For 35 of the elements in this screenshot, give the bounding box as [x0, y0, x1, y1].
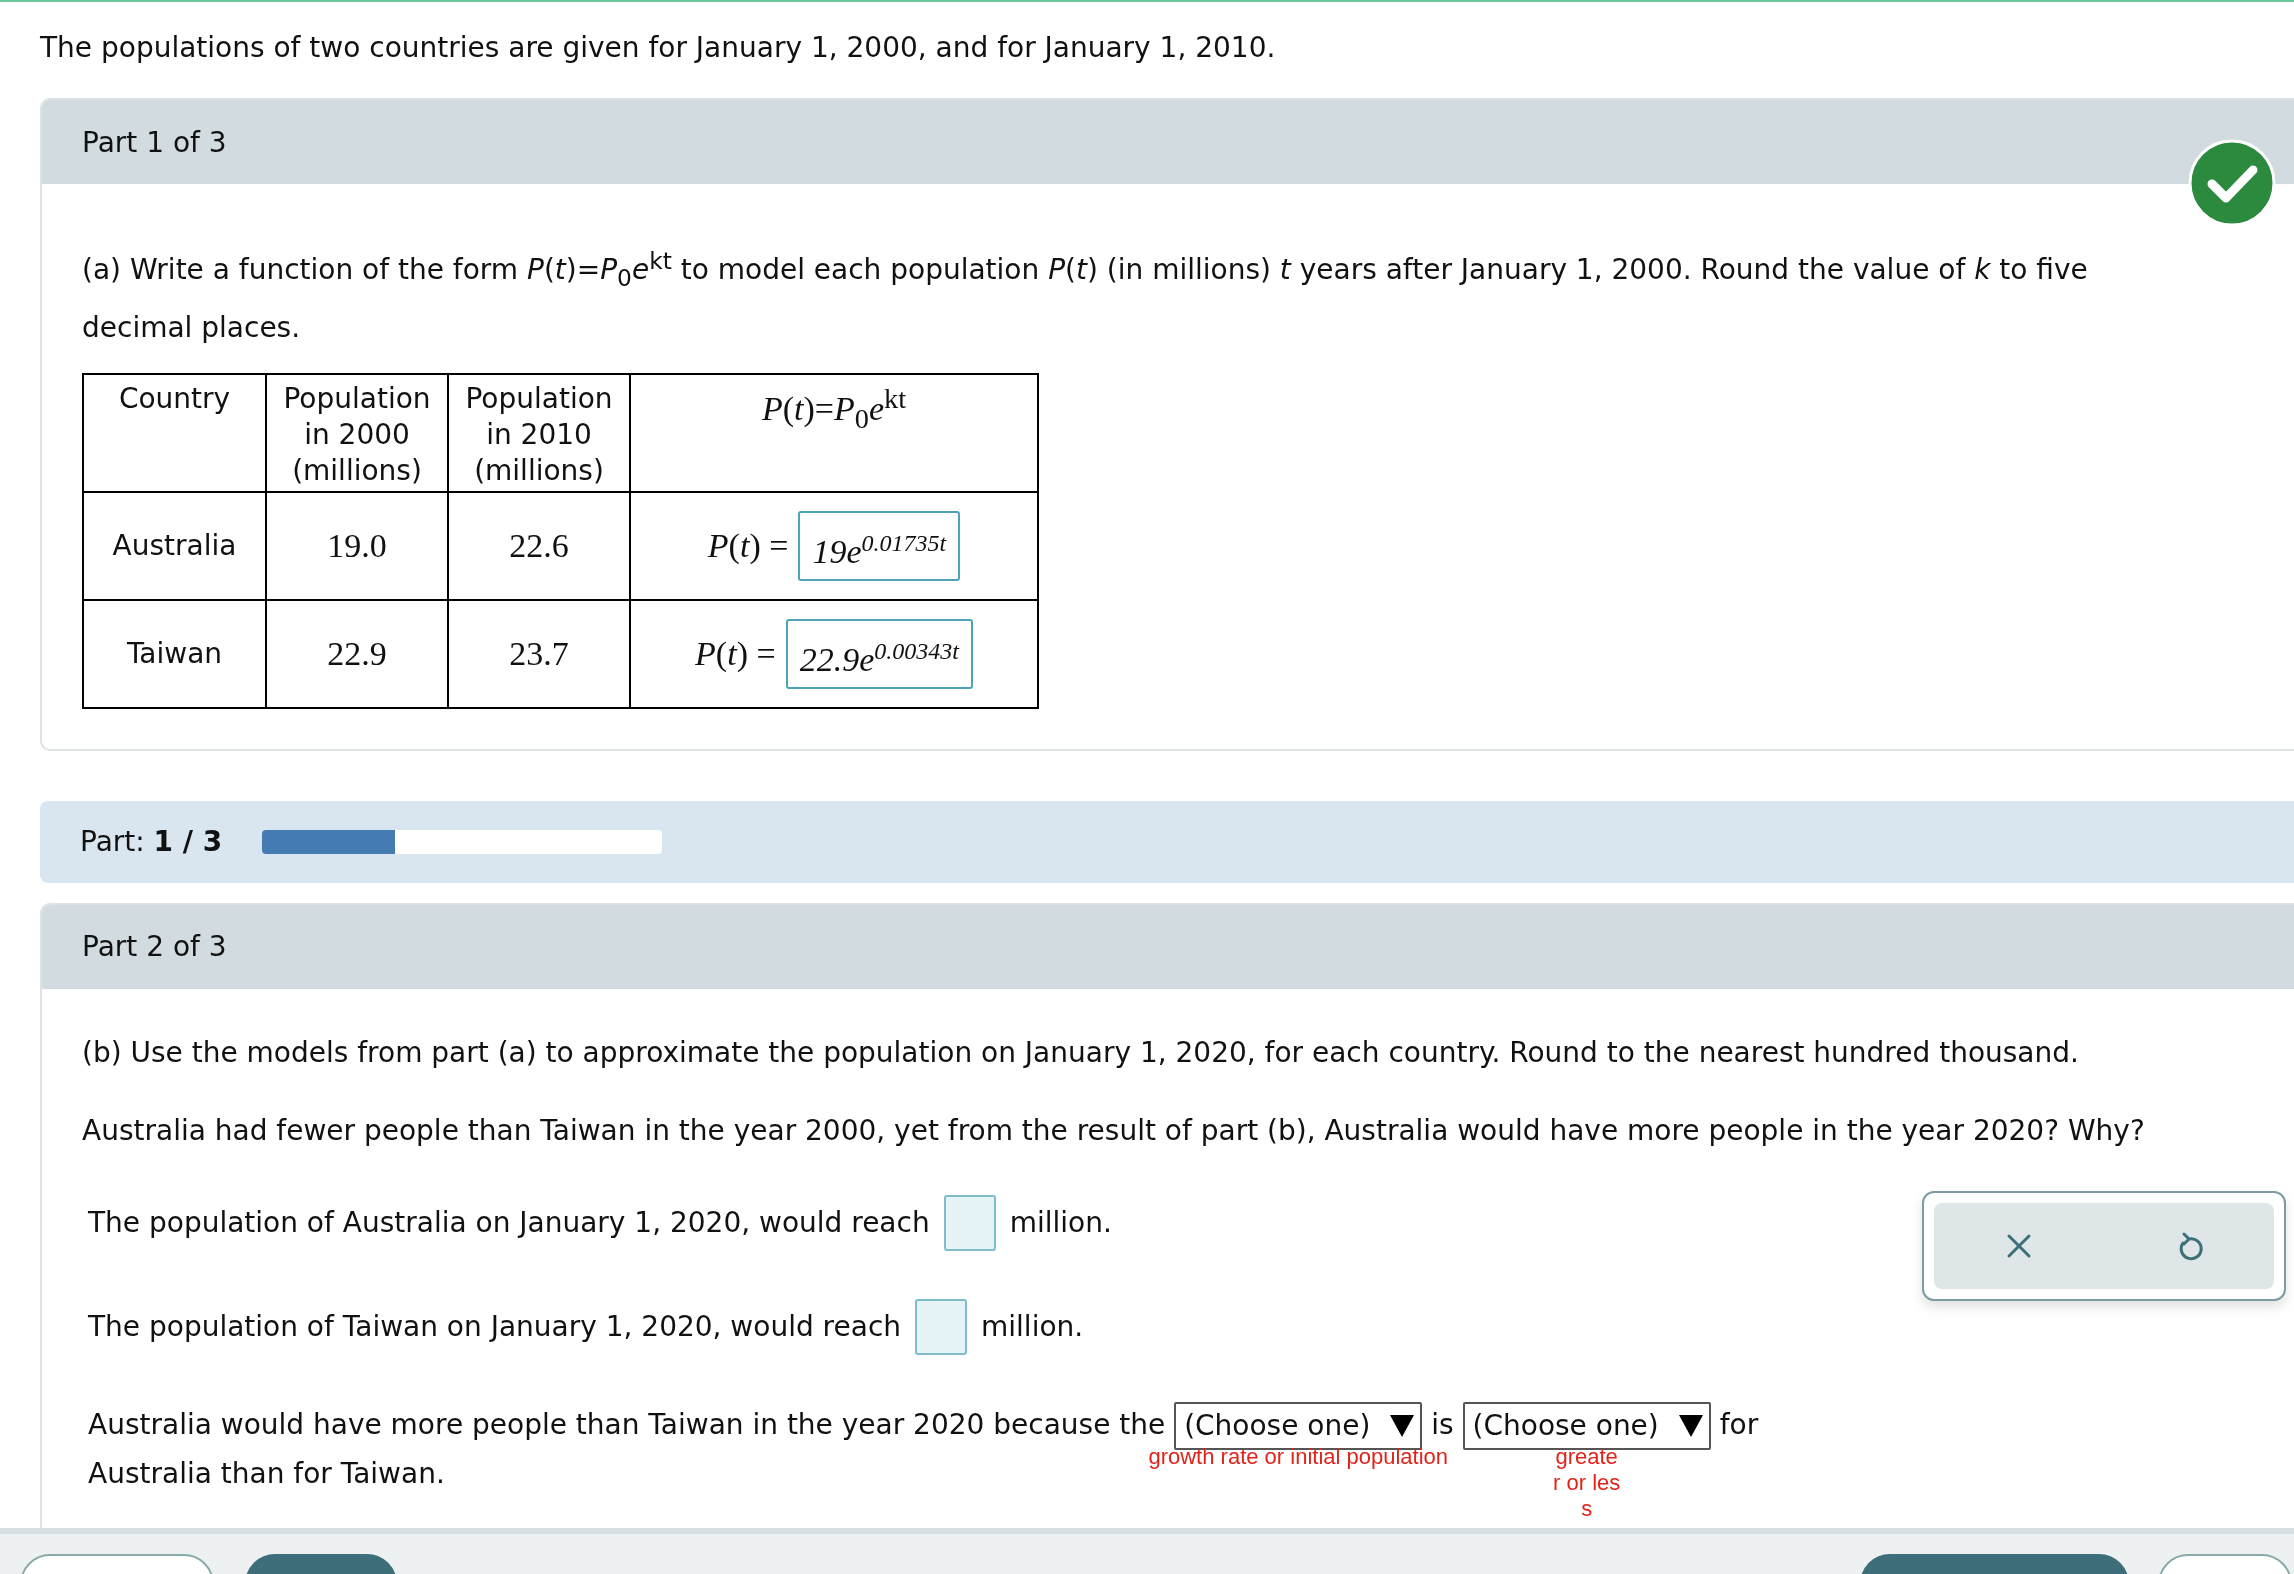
table-cell: 19.0	[266, 491, 448, 600]
column-header: Population in 2000 (millions)	[266, 373, 448, 492]
column-header: P(t)=P$_{0}$e$^{kt}$	[630, 373, 1038, 492]
unit-label: million.	[981, 1310, 1084, 1344]
unit-label: million.	[1009, 1206, 1112, 1240]
dropdown[interactable]: (Choose one)	[1462, 1401, 1711, 1450]
caret-icon	[1678, 1414, 1703, 1437]
formula-label: P(t) =	[695, 634, 776, 673]
question-text: Australia had fewer people than Taiwan in the year 2000, yet from the result of part (b), Australia would have more people in the year 2020? Why?	[82, 1112, 2146, 1149]
answer-field[interactable]	[915, 1298, 968, 1355]
progress-label: Part: 1 / 3	[80, 825, 223, 859]
sentence-text: Australia would have more people than Taiwan in the year 2020 because the	[88, 1407, 1167, 1441]
table-cell: 23.7	[448, 599, 630, 708]
column-header: Country	[83, 373, 266, 492]
table-cell: 22.6	[448, 491, 630, 600]
question-text: The populations of two countries are given for January 1, 2000, and for January 1, 2010.	[39, 30, 1277, 66]
formula-label: P(t) =	[707, 526, 789, 565]
close-icon	[2006, 1232, 2032, 1259]
answer-label: The population of Taiwan on January 1, 2020, would reach	[88, 1310, 902, 1344]
sentence-text: for	[1718, 1407, 1759, 1441]
answer-field[interactable]: 19e$^{0.01735t}$	[798, 511, 961, 581]
answer-field[interactable]: 22.9e$^{0.00343t}$	[785, 619, 973, 689]
table-cell: Taiwan	[83, 599, 266, 708]
part-title: Part 2 of 3	[82, 930, 227, 964]
caret-icon	[1390, 1414, 1415, 1437]
column-header: Population in 2010 (millions)	[448, 373, 630, 492]
sentence-text: is	[1430, 1407, 1455, 1441]
table-cell: 22.9	[266, 599, 448, 708]
table-cell: Australia	[83, 491, 266, 600]
part-title: Part 1 of 3	[82, 125, 227, 159]
answer-label: The population of Australia on January 1, 2020, would reach	[88, 1206, 930, 1240]
question-text: (b) Use the models from part (a) to approximate the population on January 1, 2020, for each country. Round to the nearest hundred thousand.	[82, 1034, 2080, 1071]
sentence-text: Australia than for Taiwan.	[88, 1455, 445, 1492]
answer-field[interactable]	[943, 1194, 996, 1251]
question-text: (a) Write a function of the form P(t)=P$_{0}$e$^{kt}$ to model each population P(t) (in millions) t years after January 1, 2000. Round the value of k to five decimal places.	[82, 246, 2089, 346]
